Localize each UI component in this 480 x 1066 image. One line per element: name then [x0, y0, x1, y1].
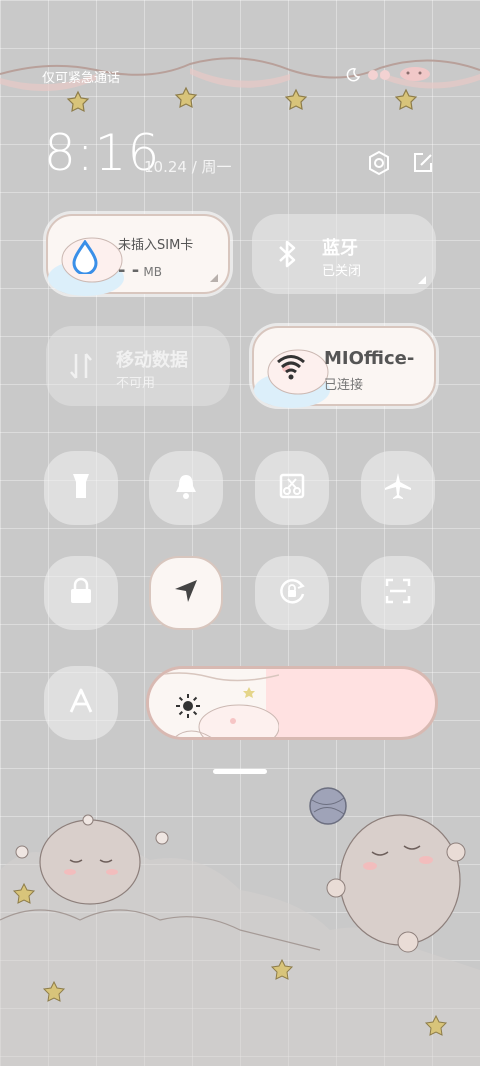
screenshot-scissors-icon — [278, 472, 306, 504]
sim-status-label: 未插入SIM卡 — [118, 238, 194, 253]
scan-icon — [384, 577, 412, 609]
bell-icon — [173, 472, 199, 504]
tile-wifi[interactable]: MIOffice- 已连接 — [252, 326, 436, 408]
settings-icon[interactable] — [366, 150, 392, 180]
airplane-icon — [383, 471, 413, 505]
data-arrows-icon — [68, 350, 94, 386]
tile-ringer[interactable] — [149, 451, 223, 525]
sun-icon — [175, 693, 201, 723]
sticker-icon — [366, 67, 392, 86]
brightness-slider[interactable] — [146, 666, 438, 740]
data-usage-number: - - — [118, 260, 140, 281]
data-usage-unit: MB — [143, 265, 162, 279]
tile-scanner[interactable] — [361, 556, 435, 630]
date-text: 10.24 / 周一 — [144, 158, 232, 176]
cat-decoration-icon — [149, 672, 280, 737]
data-usage-value: - - MB — [118, 260, 162, 281]
edit-icon[interactable] — [410, 150, 436, 180]
location-arrow-icon — [172, 577, 200, 609]
expand-corner-icon — [210, 274, 218, 282]
tile-screenshot[interactable] — [255, 451, 329, 525]
carrier-status-text: 仅可紧急通话 — [42, 71, 121, 86]
tile-location[interactable] — [149, 556, 223, 630]
mobile-data-status: 不可用 — [116, 376, 156, 391]
tile-airplane[interactable] — [361, 451, 435, 525]
tile-mobile-data-usage[interactable]: 未插入SIM卡 - - MB — [46, 214, 230, 296]
expand-corner-icon — [418, 276, 426, 284]
wifi-icon — [276, 352, 306, 384]
moon-icon — [346, 67, 361, 86]
brightness-fill — [149, 669, 280, 737]
status-bar: 仅可紧急通话 — [0, 66, 480, 88]
font-a-icon — [67, 687, 95, 719]
rotation-lock-icon — [277, 576, 307, 610]
water-drop-icon — [70, 239, 100, 278]
wallpaper-cats-illustration — [0, 787, 480, 1066]
bluetooth-icon — [274, 238, 300, 274]
bluetooth-status: 已关闭 — [322, 264, 362, 279]
battery-icon — [398, 66, 432, 86]
tile-bluetooth[interactable]: 蓝牙 已关闭 — [252, 214, 436, 294]
home-indicator[interactable] — [213, 769, 267, 774]
tile-lock-screen[interactable] — [44, 556, 118, 630]
tile-mobile-data[interactable]: 移动数据 不可用 — [46, 326, 230, 406]
mobile-data-title: 移动数据 — [116, 350, 188, 371]
lock-icon — [69, 577, 93, 609]
wifi-network-name: MIOffice- — [324, 348, 415, 369]
tile-flashlight[interactable] — [44, 451, 118, 525]
header: 8:16 10.24 / 周一 — [44, 124, 444, 184]
bluetooth-title: 蓝牙 — [322, 238, 358, 259]
wifi-status: 已连接 — [324, 378, 364, 393]
flashlight-icon — [70, 471, 92, 505]
tile-rotation-lock[interactable] — [255, 556, 329, 630]
tile-font-size[interactable] — [44, 666, 118, 740]
